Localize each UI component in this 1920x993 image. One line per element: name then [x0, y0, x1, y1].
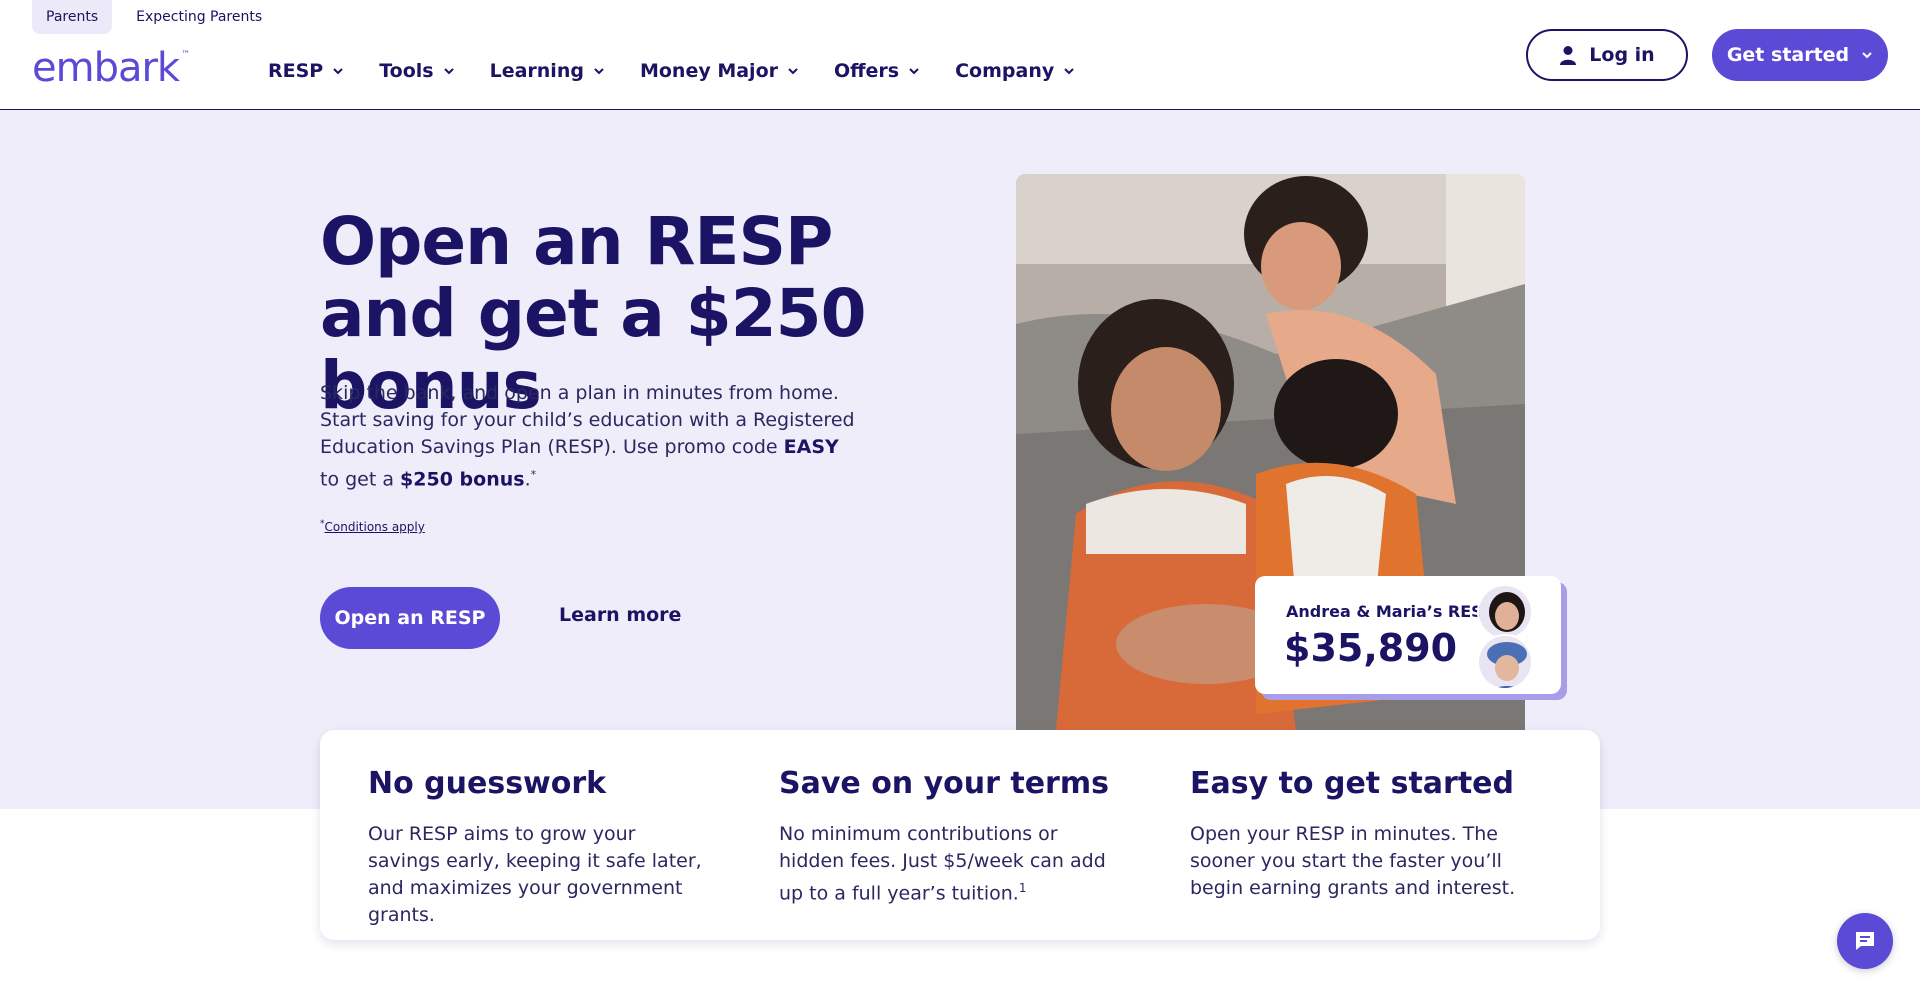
nav-item-money-major[interactable]: Money Major [622, 56, 816, 86]
feature-text: Our RESP aims to grow your savings early… [368, 821, 708, 929]
feature-body: Our RESP aims to grow your savings early… [368, 823, 702, 926]
nav-menu: RESP Tools Learning Money Major Offers C… [250, 56, 1092, 86]
open-resp-button[interactable]: Open an RESP [320, 587, 500, 649]
logo-wordmark: embark [32, 45, 180, 91]
tab-parents[interactable]: Parents [32, 0, 113, 34]
nav-item-label: Company [955, 60, 1055, 82]
chat-button[interactable] [1837, 913, 1893, 969]
lead-text-2: to get a [320, 468, 401, 491]
hero-section: Open an RESP and get a $250 bonus Skip t… [0, 110, 1920, 809]
nav-item-offers[interactable]: Offers [816, 56, 937, 86]
nav-item-resp[interactable]: RESP [250, 56, 361, 86]
feature-text: No minimum contributions or hidden fees.… [779, 821, 1119, 907]
bonus-amount: $250 bonus [400, 468, 525, 491]
chevron-down-icon [333, 68, 343, 75]
tab-expecting-parents[interactable]: Expecting Parents [122, 0, 276, 34]
nav-item-label: Money Major [639, 60, 778, 82]
feature-body: No minimum contributions or hidden fees.… [779, 823, 1106, 905]
footnote-mark: * [530, 468, 537, 481]
child-avatar-2 [1477, 634, 1533, 690]
feature-title: Save on your terms [779, 766, 1109, 801]
nav-item-company[interactable]: Company [937, 56, 1092, 86]
balance-card-name: Andrea & Maria’s RESP [1286, 602, 1495, 621]
conditions: *Conditions apply [320, 519, 425, 534]
features-card: No guesswork Our RESP aims to grow your … [320, 730, 1600, 940]
chevron-down-icon [1064, 68, 1074, 75]
embark-logo[interactable]: embark ™ [32, 48, 190, 88]
balance-card-amount: $35,890 [1284, 626, 1458, 670]
conditions-link[interactable]: Conditions apply [325, 520, 425, 534]
balance-card: Andrea & Maria’s RESP $35,890 [1255, 576, 1561, 694]
chat-icon [1856, 932, 1874, 950]
nav-item-label: Tools [379, 60, 434, 82]
chevron-down-icon [909, 68, 919, 75]
nav-item-label: RESP [268, 60, 324, 82]
logo-trademark: ™ [181, 50, 191, 60]
audience-tabs: Parents Expecting Parents [32, 0, 276, 34]
nav-item-tools[interactable]: Tools [361, 56, 471, 86]
nav-item-label: Learning [489, 60, 584, 82]
feature-save-on-your-terms: Save on your terms No minimum contributi… [779, 766, 1119, 907]
feature-title: Easy to get started [1190, 766, 1514, 801]
feature-body: Open your RESP in minutes. The sooner yo… [1190, 823, 1516, 899]
learn-more-link[interactable]: Learn more [559, 604, 681, 626]
chevron-down-icon [443, 68, 454, 75]
feature-title: No guesswork [368, 766, 607, 801]
login-label: Log in [1589, 44, 1655, 66]
chevron-down-icon [788, 68, 798, 75]
get-started-label: Get started [1726, 44, 1850, 66]
nav-actions: Log in Get started [1526, 29, 1888, 81]
main-nav: embark ™ RESP Tools Learning Money Major… [0, 29, 1920, 110]
user-icon [1560, 46, 1577, 65]
child-avatar-1 [1477, 584, 1533, 640]
feature-footnote: 1 [1018, 881, 1027, 895]
nav-item-label: Offers [834, 60, 900, 82]
lead-text-1: Skip the bank, and open a plan in minute… [320, 382, 855, 458]
feature-no-guesswork: No guesswork Our RESP aims to grow your … [368, 766, 708, 929]
chevron-down-icon [1862, 52, 1872, 59]
login-button[interactable]: Log in [1526, 29, 1688, 81]
hero-lead: Skip the bank, and open a plan in minute… [320, 380, 860, 493]
nav-item-learning[interactable]: Learning [472, 56, 622, 86]
promo-code: EASY [783, 436, 839, 458]
get-started-button[interactable]: Get started [1712, 29, 1888, 81]
feature-text: Open your RESP in minutes. The sooner yo… [1190, 821, 1530, 902]
chevron-down-icon [594, 68, 604, 75]
feature-easy-to-get-started: Easy to get started Open your RESP in mi… [1190, 766, 1530, 902]
